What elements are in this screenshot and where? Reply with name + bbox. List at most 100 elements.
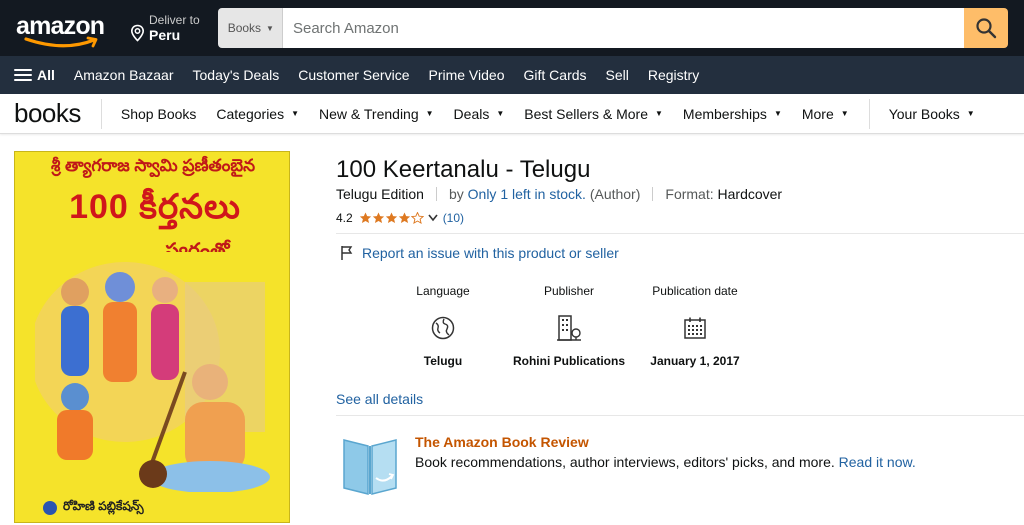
star-full-icon [398, 212, 410, 224]
book-review-description: Book recommendations, author interviews,… [415, 454, 835, 470]
detail-publisher: Publisher Rohini Publications [506, 284, 632, 369]
amazon-logo[interactable]: amazon [12, 6, 112, 50]
search-icon [976, 18, 997, 39]
book-review-title[interactable]: The Amazon Book Review [415, 434, 916, 450]
search-button[interactable] [964, 8, 1008, 48]
cover-publisher-text: రోహిణి పబ్లికేషన్స్ [63, 499, 144, 513]
subnav-your-books[interactable]: Your Books ▼ [889, 106, 975, 122]
product-content: శ్రీ త్యాగరాజ స్వామి ప్రణీతంబైన 100 కీర్… [0, 134, 1024, 525]
detail-label: Publisher [543, 284, 595, 298]
flag-icon [341, 246, 353, 260]
caret-down-icon: ▼ [654, 109, 663, 118]
caret-down-icon: ▼ [840, 109, 849, 118]
nav-gift-cards[interactable]: Gift Cards [524, 67, 587, 83]
book-review-text: Book recommendations, author interviews,… [415, 454, 916, 470]
rating-value: 4.2 [336, 211, 353, 225]
top-nav: amazon Deliver to Peru Books ▼ [0, 0, 1024, 56]
subnav-label: Your Books [888, 105, 960, 122]
globe-icon [431, 316, 455, 340]
detail-label: Publication date [652, 284, 738, 298]
product-meta: Telugu Edition by Only 1 left in stock. … [336, 186, 782, 202]
subnav-label: New & Trending [319, 105, 419, 122]
divider [336, 233, 1024, 234]
star-rating[interactable] [359, 212, 424, 224]
star-full-icon [385, 212, 397, 224]
caret-down-icon: ▼ [966, 109, 975, 118]
cover-illustration [35, 252, 275, 492]
format-label: Format: [665, 186, 714, 202]
format-value: Hardcover [717, 186, 783, 202]
deliver-to[interactable]: Deliver to Peru [126, 6, 210, 50]
nav-prime-video[interactable]: Prime Video [428, 67, 504, 83]
subnav-divider [868, 98, 870, 129]
building-icon [557, 315, 581, 341]
caret-down-icon: ▼ [266, 23, 274, 33]
book-review-promo: The Amazon Book Review Book recommendati… [340, 432, 916, 500]
nav-registry[interactable]: Registry [648, 67, 699, 83]
books-subnav: books Shop Books Categories ▼ New & Trend… [0, 94, 1024, 134]
edition: Telugu Edition [336, 186, 424, 202]
calendar-icon [684, 317, 706, 339]
caret-down-icon: ▼ [773, 109, 782, 118]
nav-amazon-bazaar[interactable]: Amazon Bazaar [74, 67, 174, 83]
nav-sell[interactable]: Sell [606, 67, 629, 83]
location-pin-icon [130, 24, 145, 42]
smile-icon [24, 36, 98, 48]
deliver-label: Deliver to [149, 13, 200, 27]
star-full-icon [359, 212, 371, 224]
subnav-categories[interactable]: Categories ▼ [216, 106, 299, 122]
all-menu-button[interactable]: All [14, 66, 55, 84]
detail-value: Rohini Publications [512, 354, 625, 368]
subnav-label: Best Sellers & More [524, 105, 648, 122]
search-category-label: Books [227, 21, 262, 35]
meta-separator [652, 187, 654, 201]
divider [336, 415, 1024, 416]
subnav-best-sellers[interactable]: Best Sellers & More ▼ [524, 106, 663, 122]
detail-publication-date: Publication date January 1, 2017 [632, 284, 758, 369]
book-cover-image[interactable]: శ్రీ త్యాగరాజ స్వామి ప్రణీతంబైన 100 కీర్… [14, 151, 290, 523]
detail-value: January 1, 2017 [650, 354, 740, 368]
subnav-deals[interactable]: Deals ▼ [454, 106, 505, 122]
search-bar: Books ▼ [217, 8, 1008, 48]
detail-value: Telugu [423, 354, 463, 368]
subnav-label: Deals [453, 105, 490, 122]
all-label: All [37, 67, 55, 83]
open-book-icon [343, 439, 397, 495]
star-full-icon [372, 212, 384, 224]
caret-down-icon: ▼ [425, 109, 434, 118]
subnav-shop-books[interactable]: Shop Books [121, 106, 197, 122]
books-store-logo[interactable]: books [14, 98, 102, 129]
detail-label: Language [416, 284, 470, 298]
subnav-label: More [801, 105, 834, 122]
detail-language: Language Telugu [380, 284, 506, 369]
search-input[interactable] [282, 8, 964, 48]
cover-top-line: శ్రీ త్యాగరాజ స్వామి ప్రణీతంబైన [50, 156, 256, 175]
meta-separator [435, 187, 437, 201]
rating-row: 4.2 (10) [336, 211, 464, 225]
see-all-details-link[interactable]: See all details [336, 391, 423, 407]
product-details: Language Telugu Publisher Rohini Publica… [380, 284, 758, 369]
subnav-memberships[interactable]: Memberships ▼ [683, 106, 782, 122]
review-count-link[interactable]: (10) [443, 211, 464, 225]
by-prefix: by [448, 186, 464, 202]
report-issue-link[interactable]: Report an issue with this product or sel… [340, 245, 619, 261]
hamburger-icon [14, 66, 32, 84]
main-nav: All Amazon Bazaar Today's Deals Customer… [0, 56, 1024, 94]
nav-customer-service[interactable]: Customer Service [298, 67, 409, 83]
subnav-label: Memberships [682, 105, 767, 122]
cover-title: 100 కీర్తనలు [69, 188, 241, 226]
deliver-location: Peru [149, 27, 181, 43]
nav-todays-deals[interactable]: Today's Deals [193, 67, 280, 83]
author-role: (Author) [589, 186, 641, 202]
report-issue-text: Report an issue with this product or sel… [362, 245, 619, 261]
subnav-new-trending[interactable]: New & Trending ▼ [319, 106, 434, 122]
author-link[interactable]: Only 1 left in stock. [468, 186, 586, 202]
search-category-dropdown[interactable]: Books ▼ [217, 8, 283, 48]
star-empty-icon [410, 212, 424, 224]
caret-down-icon: ▼ [496, 109, 505, 118]
read-it-now-link[interactable]: Read it now. [839, 454, 916, 470]
subnav-more[interactable]: More ▼ [802, 106, 849, 122]
chevron-down-icon[interactable] [427, 213, 439, 223]
caret-down-icon: ▼ [291, 109, 300, 118]
cover-publisher: రోహిణి పబ్లికేషన్స్ [43, 499, 144, 516]
